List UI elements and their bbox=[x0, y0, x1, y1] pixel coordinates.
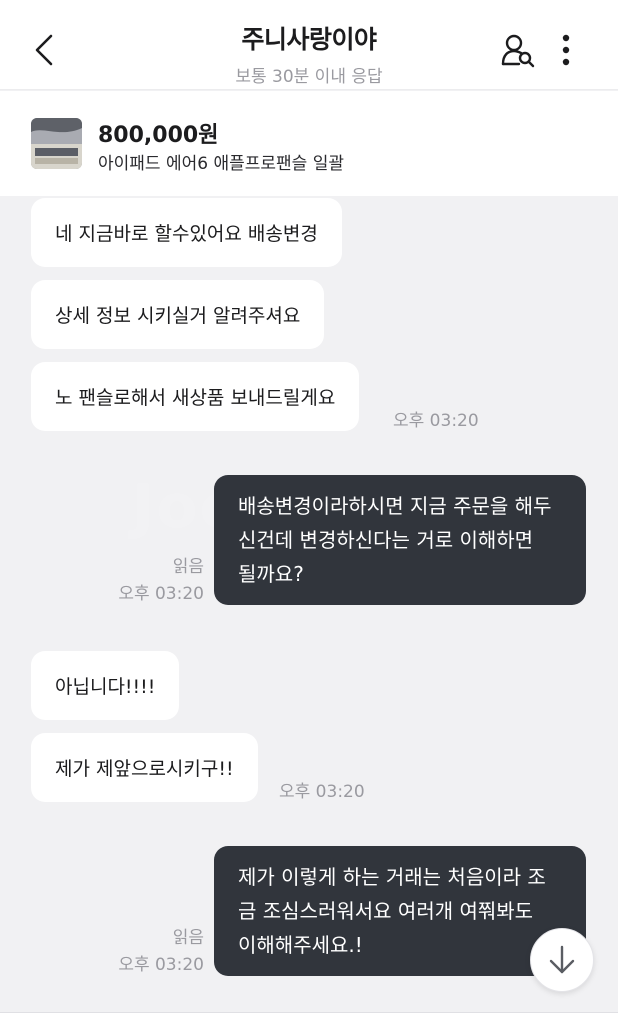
message-meta: 읽음 오후 03:20 bbox=[90, 925, 204, 979]
incoming-message: 아닙니다!!!! bbox=[31, 651, 180, 720]
product-price: 800,000원 bbox=[98, 123, 219, 148]
read-receipt: 읽음 bbox=[172, 928, 204, 948]
product-summary[interactable]: 800,000원 아이패드 에어6 애플프로팬슬 일괄 bbox=[0, 91, 618, 196]
message-meta: 읽음 오후 03:20 bbox=[90, 554, 204, 608]
message-list: 네 지금바로 할수있어요 배송변경 상세 정보 시키실거 알려주셔요 노 팬슬로… bbox=[0, 196, 618, 1012]
more-vertical-icon bbox=[562, 34, 570, 66]
chat-header: 주니사랑이야 보통 30분 이내 응답 bbox=[0, 0, 618, 90]
incoming-message: 네 지금바로 할수있어요 배송변경 bbox=[31, 198, 342, 267]
message-time: 오후 03:20 bbox=[118, 584, 204, 604]
incoming-message: 상세 정보 시키실거 알려주셔요 bbox=[31, 280, 325, 349]
read-receipt: 읽음 bbox=[172, 557, 204, 577]
message-time: 오후 03:20 bbox=[279, 782, 365, 802]
product-thumbnail bbox=[31, 118, 82, 169]
user-search-icon bbox=[501, 34, 535, 68]
product-title: 아이패드 에어6 애플프로팬슬 일괄 bbox=[98, 154, 344, 174]
incoming-message: 노 팬슬로해서 새상품 보내드릴게요 bbox=[31, 362, 360, 431]
input-bar-edge bbox=[0, 1012, 618, 1024]
message-time: 오후 03:20 bbox=[393, 411, 479, 431]
arrow-down-icon bbox=[549, 945, 575, 974]
outgoing-message: 배송변경이라하시면 지금 주문을 해두 신건데 변경하신다는 거로 이해하면 될… bbox=[214, 475, 586, 605]
incoming-message: 제가 제앞으로시키구!! bbox=[31, 733, 258, 802]
more-options-button[interactable] bbox=[548, 30, 584, 70]
profile-search-button[interactable] bbox=[496, 30, 540, 70]
scroll-to-bottom-button[interactable] bbox=[530, 928, 594, 992]
message-time: 오후 03:20 bbox=[118, 955, 204, 975]
